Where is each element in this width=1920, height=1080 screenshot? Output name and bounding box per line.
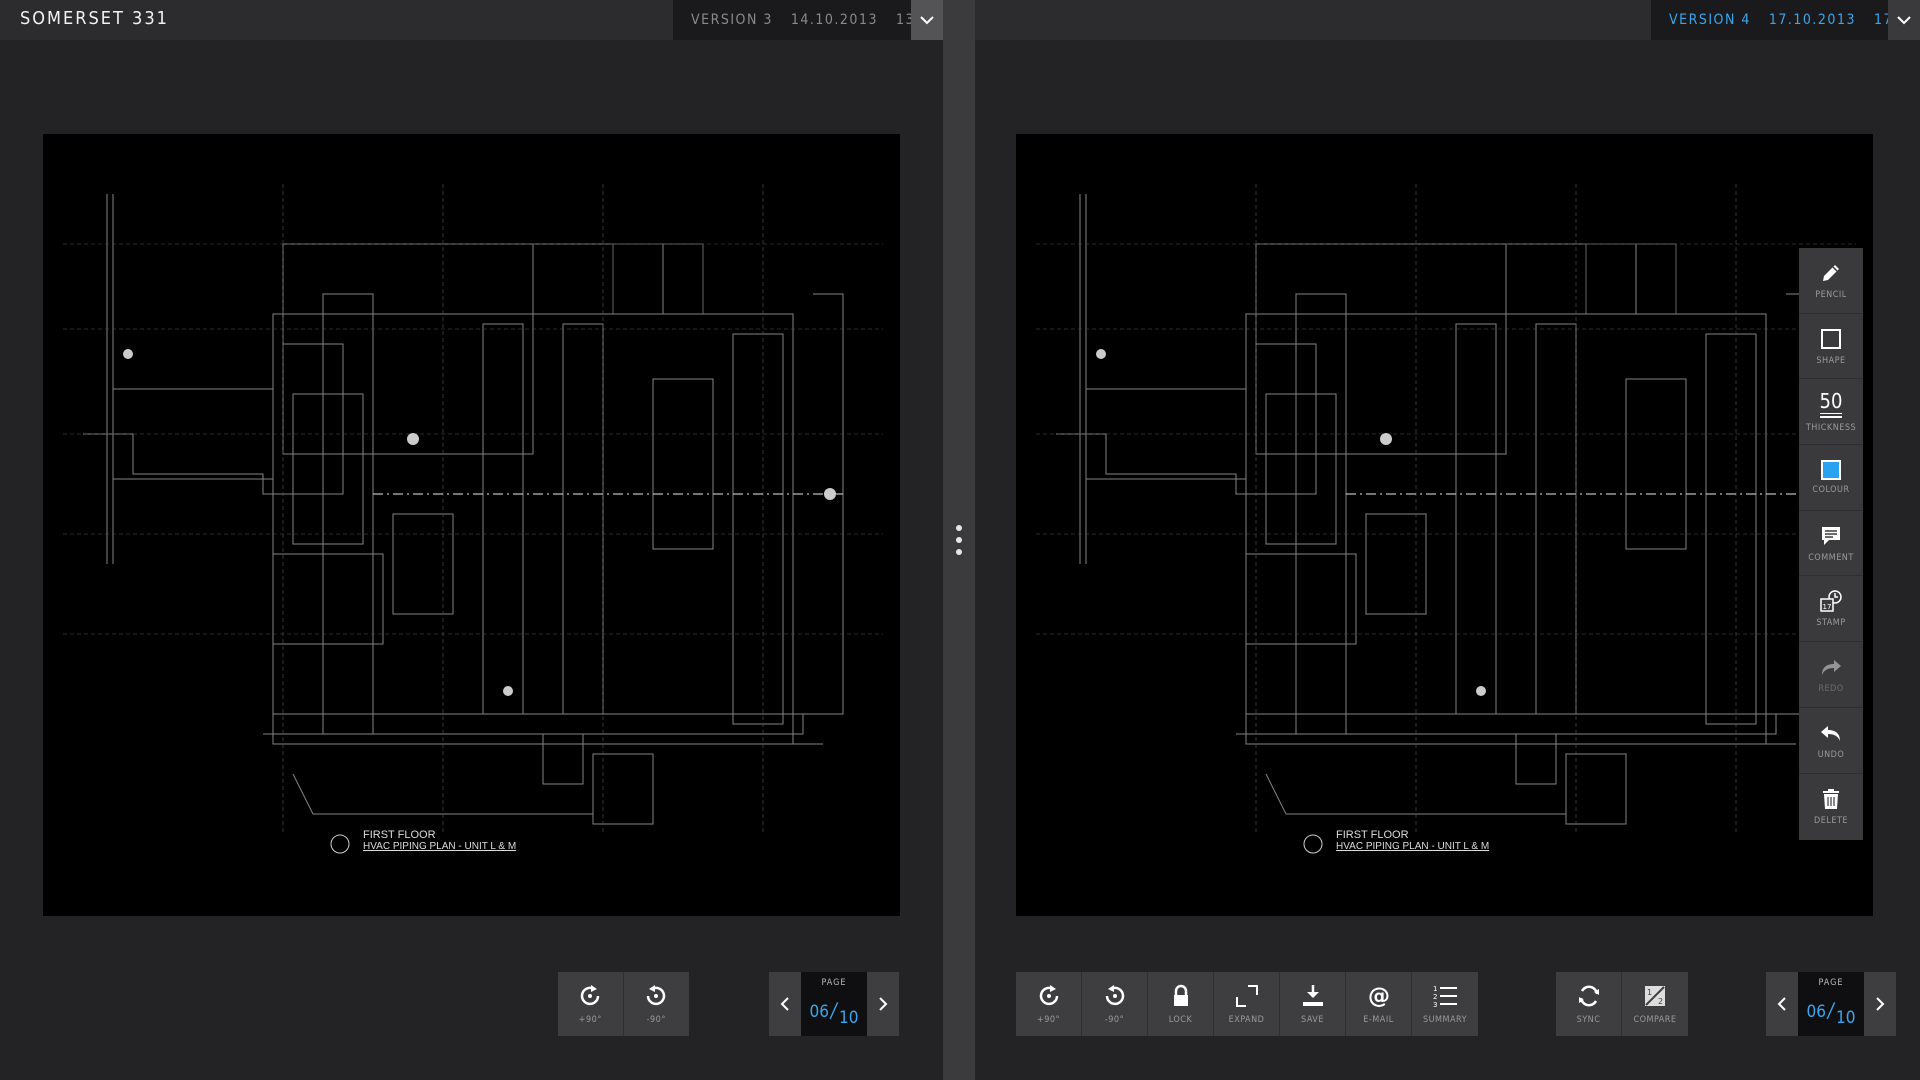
right-version-label: VERSION 4 [1669,12,1751,28]
email-icon: @ [1368,984,1390,1009]
right-pager: PAGE 06 / 10 [1766,972,1896,1036]
right-version-dropdown-button[interactable] [1888,0,1920,40]
rotate-cw-icon [1039,985,1058,1006]
rotate-ccw-icon [1105,985,1124,1006]
annotation-toolbar: PENCIL SHAPE 50 THICKNESS COLOUR COMMENT… [1799,248,1863,840]
drawing-title-line1: FIRST FLOOR [363,829,436,841]
right-current-page: 06 [1806,1002,1826,1022]
square-shape-icon [1821,328,1841,349]
redo-tool[interactable]: REDO [1799,642,1863,708]
undo-icon [1821,725,1840,741]
left-drawing-canvas[interactable]: FIRST FLOOR HVAC PIPING PLAN - UNIT L & … [43,134,900,916]
stamp-icon: 17 [1820,590,1842,613]
drag-dot [956,549,962,555]
drawing-title-line2: HVAC PIPING PLAN - UNIT L & M [1336,841,1489,852]
svg-text:1: 1 [1647,988,1652,997]
left-version-dropdown-button[interactable] [911,0,943,40]
left-rotate-cw-button[interactable]: +90° [558,972,624,1036]
save-icon [1302,985,1323,1006]
floor-plan-drawing: FIRST FLOOR HVAC PIPING PLAN - UNIT L & … [1036,184,1856,854]
right-drawing-canvas[interactable]: FIRST FLOOR HVAC PIPING PLAN - UNIT L & … [1016,134,1873,916]
chevron-left-icon [1777,997,1786,1011]
save-button[interactable]: SAVE [1280,972,1346,1036]
rotate-cw-icon [581,985,600,1006]
rotate-ccw-icon [647,985,666,1006]
chevron-down-icon [1897,16,1911,25]
drag-dot [956,525,962,531]
right-version-selector[interactable]: VERSION 4 17.10.2013 17:30 [1651,0,1920,40]
thickness-value: 50 [1819,388,1843,413]
drawing-title-line2: HVAC PIPING PLAN - UNIT L & M [363,841,516,852]
right-rotate-ccw-button[interactable]: -90° [1082,972,1148,1036]
left-total-pages: 10 [839,1008,859,1028]
left-page-indicator: PAGE 06 / 10 [801,972,867,1036]
right-page-indicator: PAGE 06 / 10 [1798,972,1864,1036]
right-rotate-cw-button[interactable]: +90° [1016,972,1082,1036]
pane-divider-handle[interactable] [943,0,975,1080]
thickness-tool[interactable]: 50 THICKNESS [1799,379,1863,446]
svg-text:1: 1 [1433,985,1437,993]
colour-swatch [1821,459,1841,480]
svg-text:2: 2 [1658,997,1663,1006]
trash-icon [1823,788,1839,809]
pencil-icon [1823,264,1839,281]
left-version-pane: SOMERSET 331 VERSION 3 14.10.2013 13:30 [0,0,943,1080]
drawing-title-line1: FIRST FLOOR [1336,829,1409,841]
expand-button[interactable]: EXPAND [1214,972,1280,1036]
right-version-pane: VERSION 4 17.10.2013 17:30 [975,0,1920,1080]
expand-icon [1235,985,1258,1007]
right-prev-page-button[interactable] [1766,972,1798,1036]
stamp-date-value: 17 [1823,603,1832,611]
right-header: VERSION 4 17.10.2013 17:30 [975,0,1920,40]
summary-button[interactable]: 123 SUMMARY [1412,972,1478,1036]
summary-icon: 123 [1433,985,1457,1009]
shape-tool[interactable]: SHAPE [1799,314,1863,380]
left-version-label: VERSION 3 [691,12,773,28]
left-prev-page-button[interactable] [769,972,801,1036]
left-rotate-ccw-button[interactable]: -90° [624,972,690,1036]
chevron-down-icon [920,16,934,25]
svg-text:@: @ [1368,984,1390,1009]
right-version-date: 17.10.2013 [1768,12,1856,28]
compare-toolbar: SYNC 12 COMPARE [1556,972,1688,1036]
compare-icon: 12 [1645,986,1665,1006]
left-rotate-toolbar: +90° -90° [558,972,689,1036]
floor-plan-drawing: FIRST FLOOR HVAC PIPING PLAN - UNIT L & … [63,184,883,854]
sync-button[interactable]: SYNC [1556,972,1622,1036]
line-weight-icon [1820,412,1842,418]
left-header: SOMERSET 331 VERSION 3 14.10.2013 13:30 [0,0,943,40]
left-version-date: 14.10.2013 [790,12,878,28]
email-button[interactable]: @ E-MAIL [1346,972,1412,1036]
lock-button[interactable]: LOCK [1148,972,1214,1036]
chevron-left-icon [780,997,789,1011]
pencil-tool[interactable]: PENCIL [1799,248,1863,314]
right-main-toolbar: +90° -90° LOCK EXPAND SAVE @ E-MAIL 123 … [1016,972,1478,1036]
comment-tool[interactable]: COMMENT [1799,511,1863,577]
compare-button[interactable]: 12 COMPARE [1622,972,1688,1036]
svg-text:2: 2 [1433,993,1437,1001]
svg-text:3: 3 [1433,1001,1437,1009]
right-next-page-button[interactable] [1864,972,1896,1036]
sync-icon [1578,985,1599,1007]
stamp-tool[interactable]: 17 STAMP [1799,576,1863,643]
colour-tool[interactable]: COLOUR [1799,445,1863,511]
chevron-right-icon [1876,997,1885,1011]
left-version-selector[interactable]: VERSION 3 14.10.2013 13:30 [673,0,943,40]
delete-tool[interactable]: DELETE [1799,774,1863,840]
left-next-page-button[interactable] [867,972,899,1036]
drag-dot [956,537,962,543]
chevron-right-icon [879,997,888,1011]
comment-icon [1822,526,1840,545]
app-title: SOMERSET 331 [20,8,169,29]
right-total-pages: 10 [1836,1008,1856,1028]
undo-tool[interactable]: UNDO [1799,708,1863,774]
left-pager: PAGE 06 / 10 [769,972,899,1036]
lock-icon [1173,984,1188,1006]
left-current-page: 06 [809,1002,829,1022]
redo-icon [1822,659,1841,675]
